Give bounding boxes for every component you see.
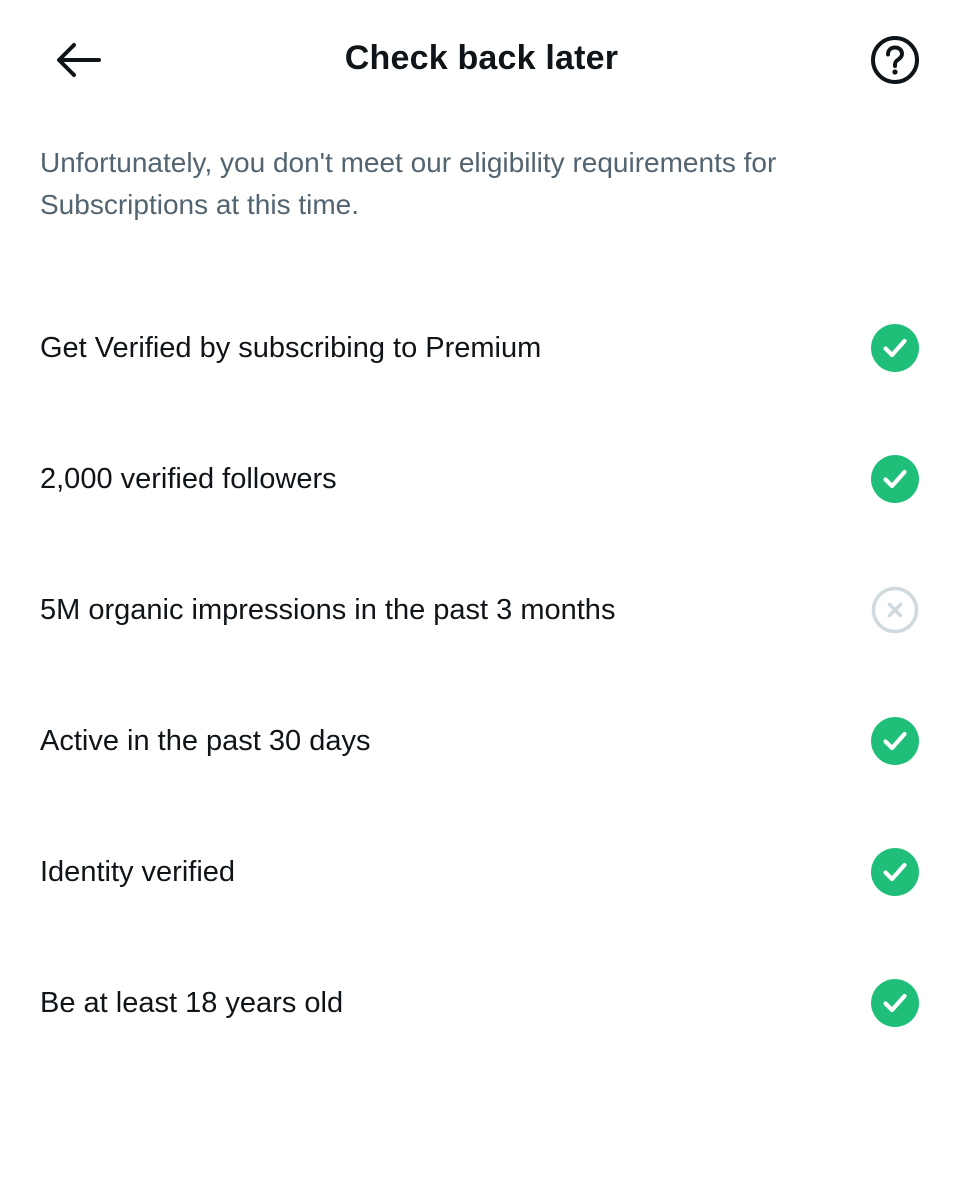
question-circle-icon	[871, 36, 919, 84]
requirement-row: 5M organic impressions in the past 3 mon…	[0, 544, 963, 675]
page-title: Check back later	[344, 39, 619, 77]
requirement-label: Active in the past 30 days	[40, 725, 371, 757]
check-circle-icon	[871, 717, 919, 765]
check-circle-icon	[871, 848, 919, 896]
check-circle-icon	[871, 324, 919, 372]
requirement-label: Identity verified	[40, 856, 236, 888]
requirement-row: 2,000 verified followers	[0, 413, 963, 544]
x-circle-icon	[871, 586, 919, 634]
requirement-label: 5M organic impressions in the past 3 mon…	[40, 594, 616, 626]
requirement-label: Be at least 18 years old	[40, 987, 344, 1019]
requirements-list: Get Verified by subscribing to Premium 2…	[0, 282, 963, 1068]
help-button[interactable]	[863, 28, 927, 92]
requirement-row: Be at least 18 years old	[0, 937, 963, 1068]
check-circle-icon	[871, 455, 919, 503]
check-circle-icon	[871, 979, 919, 1027]
requirement-label: 2,000 verified followers	[40, 463, 337, 495]
requirement-row: Active in the past 30 days	[0, 675, 963, 806]
eligibility-description: Unfortunately, you don't meet our eligib…	[40, 147, 777, 220]
requirement-row: Identity verified	[0, 806, 963, 937]
requirement-label: Get Verified by subscribing to Premium	[40, 332, 542, 364]
top-app-bar: Check back later	[0, 0, 963, 118]
requirement-row: Get Verified by subscribing to Premium	[0, 282, 963, 413]
